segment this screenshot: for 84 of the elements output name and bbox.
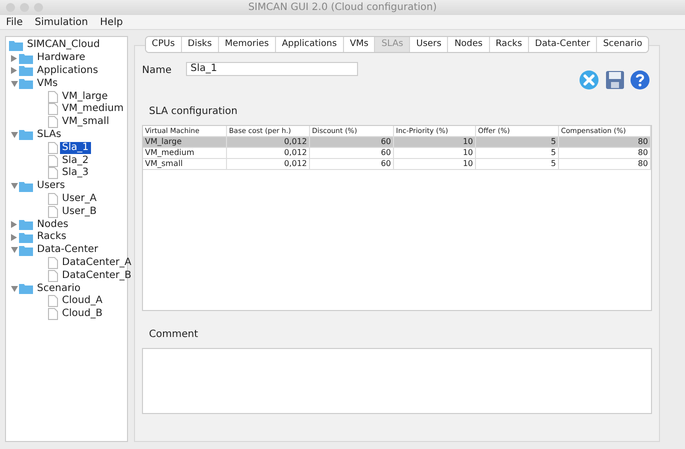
folder-icon (19, 180, 33, 192)
tree-item[interactable]: Sla_1 (60, 142, 91, 154)
comment-field[interactable] (142, 348, 652, 414)
tree-item[interactable]: Sla_2 (60, 154, 91, 167)
tree-item[interactable]: Users (35, 180, 68, 192)
table-cell: 10 (394, 159, 476, 170)
folder-icon (19, 78, 33, 90)
tree-item[interactable]: VM_medium (60, 103, 126, 116)
window-title: SIMCAN GUI 2.0 (Cloud configuration) (248, 2, 437, 13)
file-icon (48, 295, 58, 308)
folder-icon (19, 52, 33, 64)
tree-item[interactable]: Cloud_B (60, 308, 104, 320)
file-icon (48, 90, 58, 103)
section-title: SLA configuration (149, 105, 239, 119)
tree-item[interactable]: Scenario (35, 282, 82, 295)
file-icon (48, 206, 58, 218)
table-cell: 0,012 (227, 137, 310, 148)
file-icon (48, 154, 58, 167)
table-cell: 5 (476, 159, 559, 170)
tree-item[interactable]: User_A (60, 192, 99, 205)
delete-icon[interactable] (579, 70, 599, 90)
expanded-caret-icon[interactable] (10, 132, 18, 138)
tree-item[interactable]: Sla_3 (60, 167, 91, 180)
tree-item[interactable]: SLAs (35, 128, 64, 141)
file-icon (48, 192, 58, 205)
table-cell: 5 (476, 148, 559, 159)
tree-item[interactable]: VMs (35, 78, 60, 90)
file-icon (48, 270, 58, 282)
file-icon (48, 142, 58, 154)
file-icon (48, 103, 58, 116)
table-cell: 80 (559, 148, 651, 159)
tree-item[interactable]: SIMCAN_Cloud (25, 39, 102, 52)
menu-item[interactable]: Simulation (34, 15, 88, 29)
table-cell: 10 (394, 148, 476, 159)
table-cell: 60 (310, 137, 394, 148)
table-cell: 10 (394, 137, 476, 148)
tree-item[interactable]: Data-Center (35, 244, 100, 256)
expanded-caret-icon[interactable] (10, 247, 18, 254)
help-icon[interactable] (630, 70, 650, 90)
name-label: Name (142, 64, 172, 78)
file-icon (48, 167, 58, 180)
tab[interactable]: CPUs (146, 37, 182, 52)
comment-label: Comment (149, 328, 199, 342)
table-cell: 80 (559, 137, 651, 148)
expanded-caret-icon[interactable] (10, 80, 18, 87)
tree-item[interactable]: User_B (60, 206, 99, 218)
folder-icon (19, 232, 33, 243)
collapsed-caret-icon[interactable] (11, 67, 17, 74)
menu-item[interactable]: Help (100, 15, 123, 29)
collapsed-caret-icon[interactable] (11, 54, 17, 62)
folder-icon (19, 283, 33, 294)
menu-item[interactable]: File (6, 15, 23, 29)
table-cell: 60 (310, 148, 394, 159)
folder-icon (19, 219, 33, 230)
tree-item[interactable]: Racks (35, 231, 68, 244)
tree-item[interactable]: VM_large (60, 90, 110, 103)
collapsed-caret-icon[interactable] (11, 234, 17, 241)
tree-item[interactable]: DataCenter_B (60, 270, 134, 282)
tree-item[interactable]: Applications (35, 64, 100, 77)
file-icon (48, 116, 58, 128)
table-cell: 60 (310, 159, 394, 170)
table-cell: 5 (476, 137, 559, 148)
table-cell: VM_large (143, 137, 227, 148)
tree-item[interactable]: Hardware (35, 52, 88, 64)
expanded-caret-icon[interactable] (10, 286, 18, 292)
tree-item[interactable]: VM_small (60, 116, 112, 128)
table-cell: 0,012 (227, 159, 310, 170)
tree-item[interactable]: Nodes (35, 218, 70, 231)
table-cell: VM_small (143, 159, 227, 170)
folder-icon (9, 40, 23, 51)
save-icon[interactable] (604, 70, 624, 90)
collapsed-caret-icon[interactable] (11, 221, 17, 228)
expanded-caret-icon[interactable] (10, 183, 18, 190)
folder-icon (19, 65, 33, 76)
file-icon (48, 256, 58, 269)
file-icon (48, 308, 58, 320)
folder-icon (19, 244, 33, 256)
tree-item[interactable]: DataCenter_A (60, 256, 134, 269)
folder-icon (19, 129, 33, 140)
name-field[interactable]: Sla_1 (186, 62, 358, 76)
table-cell: 0,012 (227, 148, 310, 159)
table-cell: VM_medium (143, 148, 227, 159)
tree-item[interactable]: Cloud_A (60, 295, 104, 308)
table-cell: 80 (559, 159, 651, 170)
